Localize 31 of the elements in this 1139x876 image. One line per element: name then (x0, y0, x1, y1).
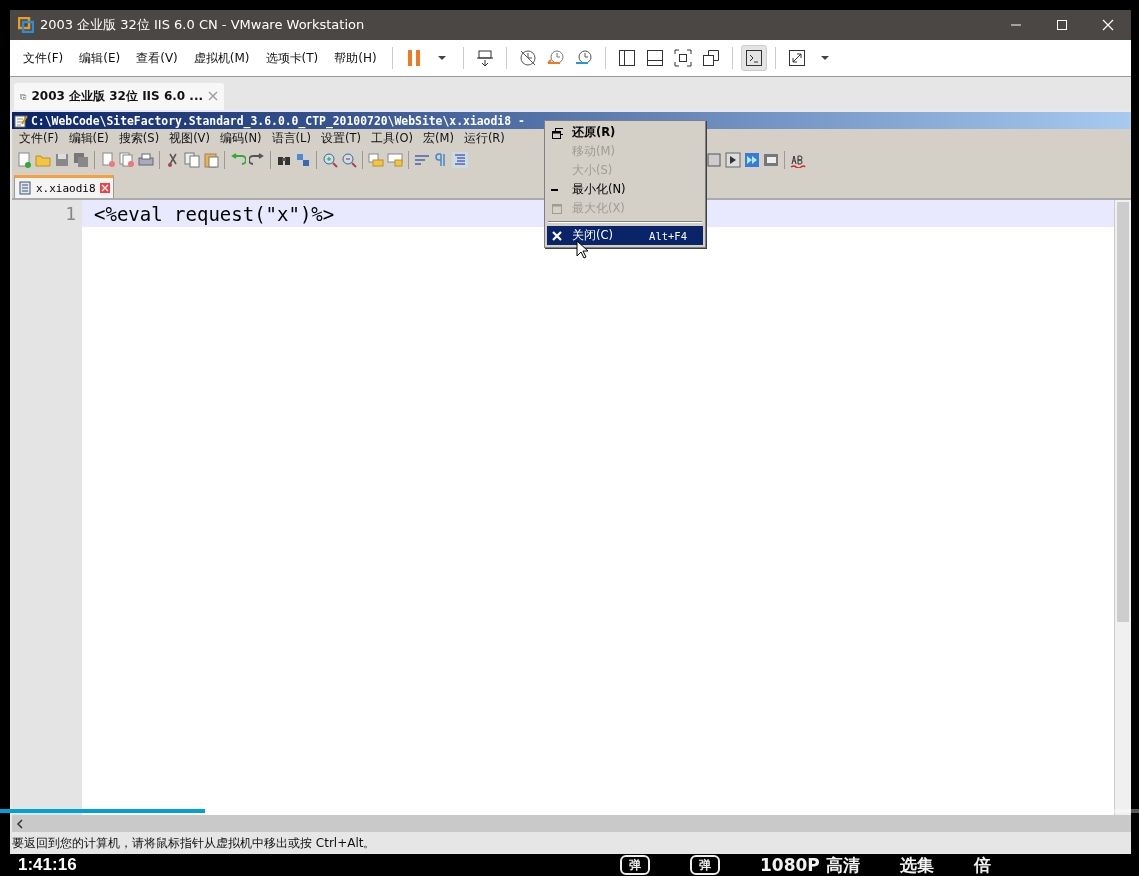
danmaku-button[interactable]: 弹 (690, 855, 720, 875)
menu-item[interactable]: 工具(O) (365, 131, 418, 146)
window-title: 2003 企业版 32位 IIS 6.0 CN - VMware Workstation (40, 16, 366, 34)
menu-item[interactable]: 虚拟机(M) (186, 46, 257, 70)
menu-item[interactable]: 编辑(E) (63, 131, 114, 146)
menu-item[interactable]: 最小化(N) (547, 180, 703, 199)
player-button[interactable]: 1080P 高清 (760, 855, 860, 875)
menu-item[interactable]: 选项卡(T) (258, 46, 326, 70)
menu-item[interactable]: 文件(F) (16, 46, 71, 70)
menu-item[interactable]: 语言(L) (266, 131, 316, 146)
video-duration: 1:41:16 (18, 855, 77, 875)
vm-tab[interactable]: 2003 企业版 32位 IIS 6.0 ... (14, 83, 224, 110)
window-title: C:\WebCode\SiteFactory.Standard_3.6.0.0_CTP_20100720\WebSite\x.xiaodi8 - (31, 113, 525, 128)
menu-item[interactable]: 还原(R) (547, 123, 703, 142)
code-line: <%eval request("x")%> (93, 202, 335, 225)
menu-item[interactable]: 关闭(C) Alt+F4 (547, 226, 703, 245)
menu-item[interactable]: 查看(V) (129, 46, 185, 70)
menu-item[interactable]: 编码(N) (214, 131, 267, 146)
menu-item[interactable]: 文件(F) (14, 131, 64, 146)
player-button[interactable]: 倍 (973, 855, 991, 875)
menu-item[interactable]: 帮助(H) (327, 46, 384, 70)
file-tab[interactable]: x.xiaodi8 (14, 175, 114, 198)
menu-item[interactable]: 宏(M) (417, 131, 459, 146)
danmaku-button[interactable]: 弹 (620, 855, 650, 875)
menu-item[interactable]: 设置(T) (315, 131, 366, 146)
player-button[interactable]: 选集 (899, 855, 934, 875)
menu-item[interactable]: 编辑(E) (72, 46, 128, 70)
line-number: 1 (12, 200, 82, 227)
menu-item[interactable]: 运行(R) (458, 131, 510, 146)
menu-item[interactable]: 视图(V) (164, 131, 215, 146)
menu-item[interactable]: 搜索(S) (113, 131, 165, 146)
